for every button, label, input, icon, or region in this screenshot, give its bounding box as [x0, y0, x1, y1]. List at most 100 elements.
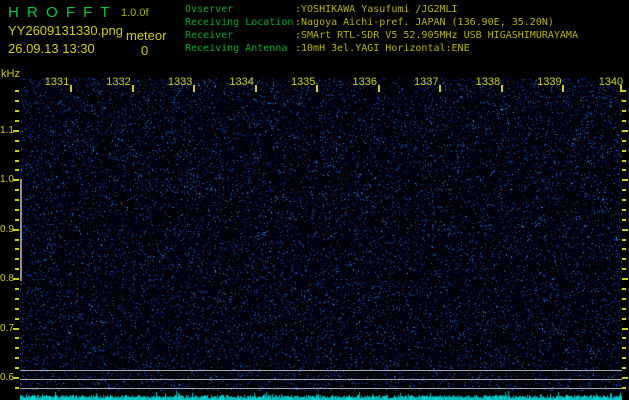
freq-tick	[13, 229, 19, 231]
freq-tick	[622, 150, 626, 152]
freq-tick	[15, 308, 19, 310]
freq-tick	[622, 219, 626, 221]
freq-tick-label: 0.7	[0, 323, 14, 334]
freq-tick	[15, 318, 19, 320]
time-tick-label: 1340	[598, 76, 624, 88]
freq-tick	[15, 90, 19, 92]
freq-tick	[622, 179, 628, 181]
app-title: H R O F F T	[8, 4, 112, 21]
freq-tick	[13, 278, 19, 280]
detection-band-line	[20, 179, 22, 281]
freq-tick	[622, 209, 626, 211]
freq-tick	[622, 337, 626, 339]
freq-tick	[622, 229, 628, 231]
time-tick-label: 1332	[106, 76, 131, 88]
freq-tick	[15, 160, 19, 162]
freq-tick	[622, 120, 626, 122]
freq-tick	[15, 189, 19, 191]
freq-tick	[622, 268, 626, 270]
freq-tick-label: 1.1	[0, 125, 14, 136]
freq-tick	[622, 130, 628, 132]
freq-tick	[622, 328, 628, 330]
freq-tick	[622, 248, 626, 250]
hrofft-screen: H R O F F T 1.0.0f YY2609131330.png mete…	[0, 0, 629, 400]
app-version-label: 1.0.0f	[121, 7, 149, 19]
time-tick-label: 1334	[229, 76, 254, 88]
info-row-0: Ovserver :YOSHIKAWA Yasufumi /JG2MLI	[185, 3, 578, 16]
info-label: Receiver	[185, 30, 234, 41]
freq-tick	[15, 337, 19, 339]
freq-tick	[622, 239, 626, 241]
freq-tick	[622, 110, 626, 112]
freq-tick	[622, 298, 626, 300]
time-tick-label: 1339	[537, 76, 562, 88]
freq-tick	[15, 140, 19, 142]
time-tick-label: 1338	[475, 76, 501, 88]
time-tick-label: 1337	[414, 76, 439, 88]
freq-tick	[15, 219, 19, 221]
info-value: :Nagoya Aichi-pref. JAPAN (136.90E, 35.2…	[295, 17, 554, 28]
freq-tick	[13, 328, 19, 330]
freq-tick	[622, 258, 626, 260]
freq-tick	[622, 318, 626, 320]
freq-tick	[622, 377, 628, 379]
freq-tick	[622, 357, 626, 359]
freq-tick	[15, 169, 19, 171]
freq-tick-label: 0.6	[0, 372, 14, 383]
freq-tick	[622, 160, 626, 162]
freq-tick	[15, 367, 19, 369]
freq-tick	[15, 387, 19, 389]
time-tick-label: 1336	[352, 76, 377, 88]
freq-tick	[15, 120, 19, 122]
freq-tick	[15, 248, 19, 250]
freq-tick	[622, 288, 626, 290]
freq-tick	[622, 140, 626, 142]
meteor-counter-label: meteor	[126, 28, 167, 43]
time-tick-label: 1331	[44, 76, 70, 88]
info-label: Ovserver	[185, 4, 234, 15]
info-row-2: Receiver :SMArt RTL-SDR V5 52.905MHz USB …	[185, 29, 578, 42]
freq-tick	[15, 110, 19, 112]
freq-tick-label: 0.8	[0, 273, 14, 284]
freq-tick	[15, 357, 19, 359]
meteor-counter-value: 0	[141, 43, 149, 58]
freq-tick	[13, 130, 19, 132]
freq-tick	[622, 100, 626, 102]
freq-tick	[15, 199, 19, 201]
freq-tick	[622, 199, 626, 201]
freq-tick-label: 1.0	[0, 174, 14, 185]
freq-tick	[15, 258, 19, 260]
freq-tick	[13, 377, 19, 379]
freq-tick	[622, 308, 626, 310]
freq-tick	[622, 189, 626, 191]
info-value: :YOSHIKAWA Yasufumi /JG2MLI	[295, 4, 458, 15]
info-value: :10mH 3el.YAGI Horizontal:ENE	[295, 43, 470, 54]
freq-tick	[622, 90, 626, 92]
info-label: Receiving Location	[185, 17, 294, 28]
freq-tick	[15, 347, 19, 349]
reference-line	[20, 388, 622, 389]
y-axis-unit-label: kHz	[1, 68, 20, 80]
freq-tick	[15, 239, 19, 241]
spectrogram-canvas	[20, 78, 622, 391]
freq-tick	[15, 268, 19, 270]
freq-tick	[15, 100, 19, 102]
freq-tick	[622, 169, 626, 171]
observation-info-table: Ovserver:YOSHIKAWA Yasufumi /JG2MLI Recei…	[185, 3, 578, 55]
freq-tick	[15, 298, 19, 300]
info-row-3: Receiving Antenna:10mH 3el.YAGI Horizont…	[185, 42, 578, 55]
freq-tick	[622, 347, 626, 349]
signal-level-trace	[20, 391, 622, 400]
freq-tick	[15, 150, 19, 152]
datetime-label: 26.09.13 13:30	[8, 41, 95, 56]
info-row-1: Receiving Location:Nagoya Aichi-pref. JA…	[185, 16, 578, 29]
time-tick-label: 1333	[167, 76, 193, 88]
reference-line	[20, 370, 622, 371]
freq-tick	[622, 278, 628, 280]
freq-tick	[15, 209, 19, 211]
reference-line	[20, 379, 622, 380]
freq-tick	[15, 288, 19, 290]
freq-tick-label: 0.9	[0, 224, 14, 235]
freq-tick	[13, 179, 19, 181]
info-value: :SMArt RTL-SDR V5 52.905MHz USB HIGASHIM…	[295, 30, 578, 41]
